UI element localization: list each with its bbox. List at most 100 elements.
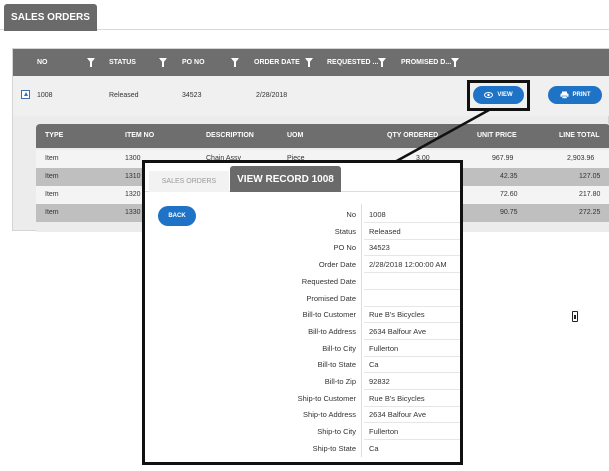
- column-header-promised[interactable]: PROMISED D...: [401, 49, 451, 76]
- field-value: Released: [369, 226, 401, 236]
- cell-line-total: 272.25: [579, 209, 601, 216]
- filter-icon[interactable]: [159, 58, 167, 67]
- cell-unit-price: 90.75: [500, 209, 518, 216]
- column-header-qty-ordered[interactable]: QTY ORDERED: [387, 132, 438, 139]
- cell-line-total: 217.80: [579, 191, 601, 198]
- column-header-requested[interactable]: REQUESTED ...: [327, 49, 378, 76]
- column-header-order-date[interactable]: ORDER DATE: [254, 49, 300, 76]
- cell-line-total: 127.05: [579, 173, 601, 180]
- cell-item-no: 1320: [125, 191, 141, 198]
- field-bill-to-city: Bill-to City Fullerton: [145, 341, 460, 357]
- cell-item-no: 1330: [125, 209, 141, 216]
- column-label: REQUESTED ...: [327, 59, 379, 66]
- eye-icon: [484, 92, 494, 98]
- field-label: PO No: [333, 243, 356, 253]
- field-po-no: PO No 34523: [145, 240, 460, 257]
- column-header-description[interactable]: DESCRIPTION: [206, 132, 254, 139]
- filter-icon[interactable]: [231, 58, 239, 67]
- grid-header: NO STATUS PO NO ORDER DATE REQUESTED ...…: [13, 49, 609, 76]
- field-label: Order Date: [318, 260, 356, 270]
- cell-no: 1008: [37, 92, 53, 99]
- field-value: 2/28/2018 12:00:00 AM: [369, 260, 447, 270]
- tab-sales-orders[interactable]: SALES ORDERS: [149, 171, 229, 192]
- field-no: No 1008: [145, 207, 460, 223]
- column-header-po-no[interactable]: PO NO: [182, 49, 205, 76]
- cell-unit-price: 72.60: [500, 191, 518, 198]
- field-value: 1008: [369, 210, 386, 219]
- view-button[interactable]: VIEW: [473, 86, 524, 104]
- expand-icon[interactable]: [21, 90, 30, 99]
- field-ship-to-customer: Ship-to Customer Rue B's Bicycles: [145, 391, 460, 407]
- field-value: 34523: [369, 243, 390, 253]
- field-bill-to-customer: Bill-to Customer Rue B's Bicycles: [145, 307, 460, 324]
- field-label: Bill-to City: [322, 343, 356, 353]
- field-value: Rue B's Bicycles: [369, 393, 425, 403]
- field-value: 2634 Balfour Ave: [369, 410, 426, 420]
- filter-icon[interactable]: [87, 58, 95, 67]
- field-bill-to-state: Bill-to State Ca: [145, 357, 460, 374]
- cell-unit-price: 967.99: [492, 155, 514, 162]
- column-header-no[interactable]: NO: [37, 49, 48, 76]
- cell-type: Item: [45, 209, 59, 216]
- cell-item-no: 1310: [125, 173, 141, 180]
- column-label: NO: [37, 59, 48, 66]
- page: SALES ORDERS NO STATUS PO NO ORDER DATE …: [0, 0, 609, 471]
- field-label: Bill-to State: [317, 360, 356, 370]
- column-header-type[interactable]: TYPE: [45, 132, 63, 139]
- field-value: Rue B's Bicycles: [369, 310, 425, 320]
- cell-item-no: 1300: [125, 155, 141, 162]
- column-header-uom[interactable]: UOM: [287, 132, 303, 139]
- field-status: Status Released: [145, 224, 460, 240]
- filter-icon[interactable]: [451, 58, 459, 67]
- print-button-label: PRINT: [572, 92, 591, 98]
- field-label: Ship-to Customer: [297, 393, 356, 403]
- cell-type: Item: [45, 191, 59, 198]
- field-value: Ca: [369, 443, 379, 453]
- column-header-unit-price[interactable]: UNIT PRICE: [477, 132, 517, 139]
- field-value: Fullerton: [369, 343, 399, 353]
- field-label: No: [346, 210, 356, 219]
- cell-status: Released: [109, 92, 139, 99]
- field-label: Bill-to Zip: [324, 377, 356, 386]
- cell-type: Item: [45, 173, 59, 180]
- column-label: ORDER DATE: [254, 59, 300, 66]
- field-label: Ship-to Address: [303, 410, 356, 420]
- field-promised-date: Promised Date: [145, 291, 460, 307]
- field-label: Ship-to State: [312, 443, 356, 453]
- field-label: Status: [334, 226, 356, 236]
- cell-line-total: 2,903.96: [567, 155, 595, 162]
- field-value: 92832: [369, 377, 390, 386]
- cell-order-date: 2/28/2018: [256, 92, 288, 99]
- field-label: Bill-to Address: [308, 326, 356, 336]
- tab-sales-orders[interactable]: SALES ORDERS: [4, 4, 97, 31]
- field-label: Ship-to City: [317, 427, 356, 437]
- print-button[interactable]: PRINT: [548, 86, 602, 104]
- column-header-line-total[interactable]: LINE TOTAL: [559, 132, 600, 139]
- field-ship-to-city: Ship-to City Fullerton: [145, 424, 460, 441]
- cell-unit-price: 42.35: [500, 173, 518, 180]
- printer-icon: [560, 91, 568, 99]
- view-record-panel: SALES ORDERS VIEW RECORD 1008 BACK No 100…: [142, 160, 463, 465]
- field-ship-to-address: Ship-to Address 2634 Balfour Ave: [145, 407, 460, 424]
- column-header-status[interactable]: STATUS: [109, 49, 136, 76]
- mouse-cursor-icon: [572, 311, 578, 322]
- column-label: PO NO: [182, 59, 205, 66]
- field-ship-to-state: Ship-to State Ca: [145, 441, 460, 457]
- column-label: STATUS: [109, 59, 136, 66]
- filter-icon[interactable]: [305, 58, 313, 67]
- field-bill-to-zip: Bill-to Zip 92832: [145, 374, 460, 390]
- field-bill-to-address: Bill-to Address 2634 Balfour Ave: [145, 324, 460, 340]
- filter-icon[interactable]: [378, 58, 386, 67]
- field-requested-date: Requested Date: [145, 274, 460, 290]
- field-order-date: Order Date 2/28/2018 12:00:00 AM: [145, 257, 460, 274]
- record-tabs: SALES ORDERS VIEW RECORD 1008: [145, 163, 460, 192]
- cell-type: Item: [45, 155, 59, 162]
- field-value: Fullerton: [369, 427, 399, 437]
- tab-view-record[interactable]: VIEW RECORD 1008: [230, 166, 341, 192]
- field-value: Ca: [369, 360, 379, 370]
- top-tab-bar: SALES ORDERS: [0, 0, 609, 31]
- column-header-item-no[interactable]: ITEM NO: [125, 132, 154, 139]
- field-label: Bill-to Customer: [302, 310, 356, 320]
- cell-po-no: 34523: [182, 92, 202, 99]
- field-label: Requested Date: [301, 276, 356, 286]
